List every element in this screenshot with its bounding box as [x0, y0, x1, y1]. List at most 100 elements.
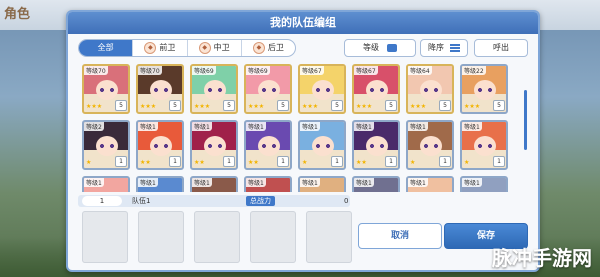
- order-button[interactable]: 降序: [420, 39, 468, 57]
- character-card[interactable]: 等级1: [352, 176, 400, 192]
- character-card[interactable]: 等级1 ★★ 1: [352, 120, 400, 170]
- character-card[interactable]: 等级1 ★ 1: [298, 120, 346, 170]
- character-card[interactable]: 等级69 ★★★ 5: [190, 64, 238, 114]
- character-eyes: [99, 144, 115, 148]
- rank-badge: 5: [223, 100, 235, 111]
- character-card[interactable]: 等级1: [298, 176, 346, 192]
- sort-label: 等级: [363, 43, 379, 52]
- rank-badge: 5: [169, 100, 181, 111]
- character-eyes: [99, 88, 115, 92]
- character-level: 等级1: [246, 178, 266, 187]
- star-rating: ★★★: [86, 103, 103, 110]
- character-card[interactable]: 等级69 ★★★ 5: [244, 64, 292, 114]
- character-level: 等级1: [408, 178, 428, 187]
- character-card[interactable]: 等级70 ★★★ 5: [136, 64, 184, 114]
- team-number: 1: [82, 196, 122, 206]
- rank-badge: 5: [277, 100, 289, 111]
- team-name: 队伍1: [132, 197, 151, 205]
- star-rating: ★★★: [410, 103, 427, 110]
- rank-badge: 1: [385, 156, 397, 167]
- character-level: 等级1: [192, 122, 212, 131]
- watermark: 脉冲手游网: [492, 246, 592, 270]
- character-level: 等级1: [138, 178, 158, 187]
- tab-midguard[interactable]: ◆ 中卫: [186, 40, 241, 56]
- sort-dropdown[interactable]: 等级: [344, 39, 416, 57]
- character-level: 等级1: [138, 122, 158, 131]
- order-label: 降序: [428, 43, 444, 52]
- character-eyes: [207, 88, 223, 92]
- character-card[interactable]: 等级67 ★★★ 5: [298, 64, 346, 114]
- cancel-button[interactable]: 取消: [358, 223, 442, 249]
- character-level: 等级70: [138, 66, 162, 75]
- character-eyes: [153, 144, 169, 148]
- character-card[interactable]: 等级70 ★★★ 5: [82, 64, 130, 114]
- star-rating: ★★★: [464, 103, 481, 110]
- star-rating: ★★: [248, 159, 259, 166]
- filter-bar: 全部 ◆ 前卫 ◆ 中卫 ◆ 后卫 等级 降序 呼出: [78, 39, 528, 57]
- star-rating: ★★★: [302, 103, 319, 110]
- star-rating: ★★: [356, 159, 367, 166]
- character-level: 等级69: [246, 66, 270, 75]
- character-level: 等级70: [84, 66, 108, 75]
- character-eyes: [423, 88, 439, 92]
- character-eyes: [369, 144, 385, 148]
- character-eyes: [153, 88, 169, 92]
- character-level: 等级69: [192, 66, 216, 75]
- character-eyes: [261, 88, 277, 92]
- star-rating: ★: [464, 159, 470, 166]
- tab-label: 全部: [97, 43, 114, 52]
- character-card[interactable]: 等级1: [406, 176, 454, 192]
- position-filter: 全部 ◆ 前卫 ◆ 中卫 ◆ 后卫: [78, 39, 296, 57]
- rank-badge: 5: [115, 100, 127, 111]
- tab-all[interactable]: 全部: [79, 40, 133, 56]
- vanguard-icon: ◆: [144, 42, 157, 54]
- tab-rearguard[interactable]: ◆ 后卫: [240, 40, 295, 56]
- character-level: 等级1: [462, 122, 482, 131]
- character-card[interactable]: 等级67 ★★★ 5: [352, 64, 400, 114]
- star-rating: ★: [86, 159, 92, 166]
- character-card[interactable]: 等级1 ★ 1: [460, 120, 508, 170]
- character-grid: 等级70 ★★★ 5 等级70 ★★★ 5 等级69 ★★★ 5 等级69 ★★★ 5 等级67 ★★★ 5…: [82, 64, 522, 192]
- character-card[interactable]: 等级1 ★★ 1: [190, 120, 238, 170]
- character-card[interactable]: 等级22 ★★★ 5: [460, 64, 508, 114]
- team-slot-2[interactable]: [138, 211, 184, 263]
- character-eyes: [315, 88, 331, 92]
- team-slot-1[interactable]: [82, 211, 128, 263]
- character-card[interactable]: 等级1: [460, 176, 508, 192]
- character-level: 等级1: [192, 178, 212, 187]
- team-slot-3[interactable]: [194, 211, 240, 263]
- star-rating: ★★★: [194, 103, 211, 110]
- character-card[interactable]: 等级1: [244, 176, 292, 192]
- total-power-label: 总战力: [246, 196, 275, 206]
- character-level: 等级2: [84, 122, 104, 131]
- star-rating: ★: [410, 159, 416, 166]
- rank-badge: 1: [493, 156, 505, 167]
- character-card[interactable]: 等级1: [190, 176, 238, 192]
- rank-badge: 1: [223, 156, 235, 167]
- character-card[interactable]: 等级1 ★★ 1: [244, 120, 292, 170]
- character-card[interactable]: 等级2 ★ 1: [82, 120, 130, 170]
- star-rating: ★★★: [248, 103, 265, 110]
- grid-scrollbar[interactable]: [524, 90, 527, 150]
- call-label: 呼出: [493, 43, 509, 52]
- character-card[interactable]: 等级1 ★ 1: [406, 120, 454, 170]
- team-slot-4[interactable]: [250, 211, 296, 263]
- tab-label: 后卫: [267, 43, 284, 52]
- tab-vanguard[interactable]: ◆ 前卫: [132, 40, 186, 56]
- character-level: 等级67: [300, 66, 324, 75]
- rank-badge: 5: [439, 100, 451, 111]
- character-eyes: [423, 144, 439, 148]
- character-card[interactable]: 等级1: [136, 176, 184, 192]
- call-button[interactable]: 呼出: [474, 39, 528, 57]
- character-eyes: [369, 88, 385, 92]
- team-slot-5[interactable]: [306, 211, 352, 263]
- character-card[interactable]: 等级1: [82, 176, 130, 192]
- star-rating: ★★★: [140, 103, 157, 110]
- team-info-bar: 1 队伍1 总战力 0: [78, 195, 350, 207]
- character-card[interactable]: 等级64 ★★★ 5: [406, 64, 454, 114]
- rank-badge: 5: [385, 100, 397, 111]
- rank-badge: 1: [277, 156, 289, 167]
- background-logo: 角色: [4, 7, 31, 22]
- character-card[interactable]: 等级1 ★★ 1: [136, 120, 184, 170]
- character-level: 等级1: [300, 178, 320, 187]
